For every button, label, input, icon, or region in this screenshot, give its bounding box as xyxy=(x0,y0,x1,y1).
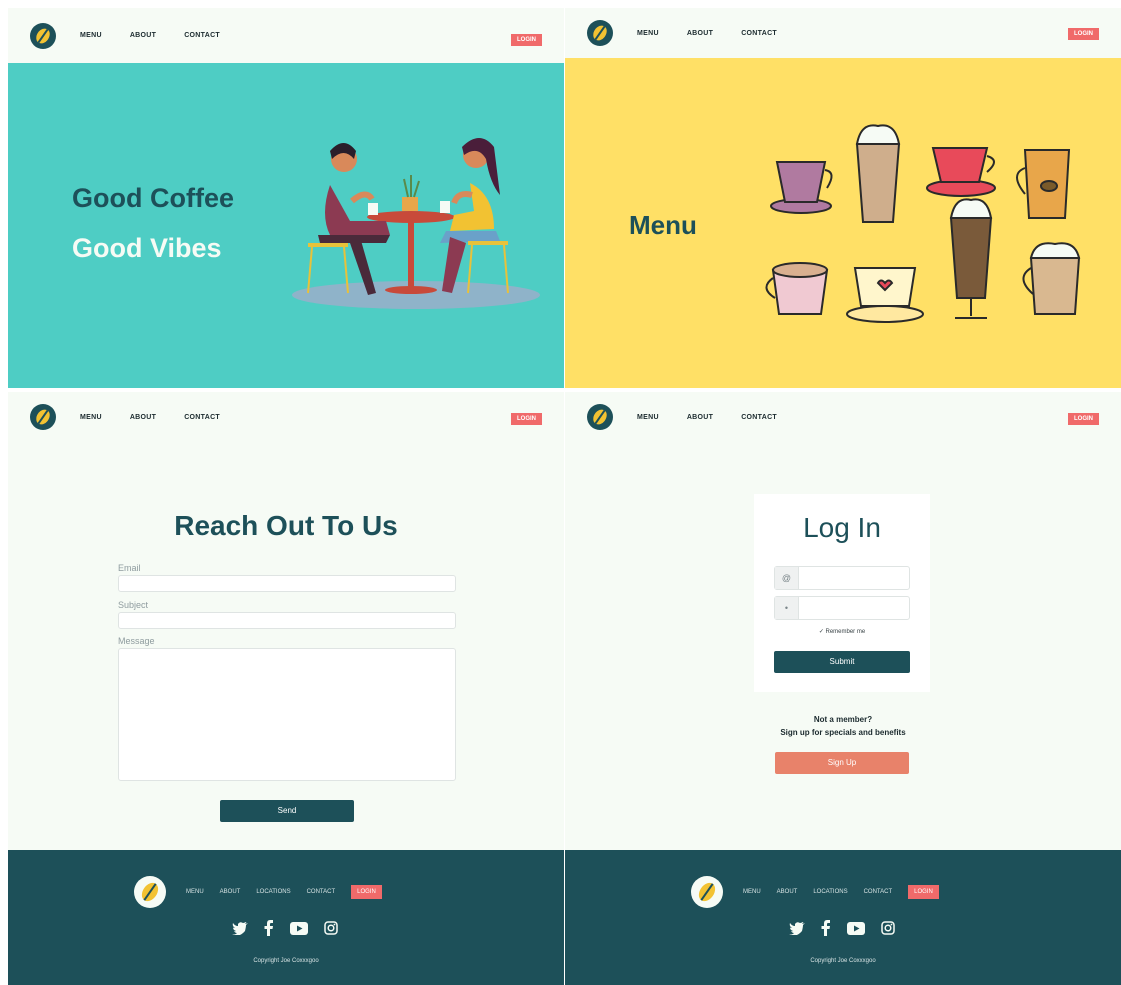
menu-hero: Menu xyxy=(565,58,1121,388)
message-label: Message xyxy=(118,636,155,646)
member-pitch: Sign up for specials and benefits xyxy=(780,728,906,737)
twitter-icon[interactable] xyxy=(232,921,248,935)
copyright-text: Copyright Joe Coxxxgoo xyxy=(810,958,876,964)
footer-contact-link[interactable]: CONTACT xyxy=(307,889,336,895)
subject-field[interactable] xyxy=(118,612,456,629)
nav-menu-link[interactable]: MENU xyxy=(80,414,102,421)
coffee-bean-logo-icon[interactable] xyxy=(691,876,723,908)
login-page-panel: MENU ABOUT CONTACT LOGIN Log In @ • ✓ Re… xyxy=(565,392,1121,985)
footer: MENU ABOUT LOCATIONS CONTACT LOGIN Copyr… xyxy=(8,850,564,985)
contact-title: Reach Out To Us xyxy=(174,510,398,541)
sign-up-button[interactable]: Sign Up xyxy=(775,752,909,774)
footer-locations-link[interactable]: LOCATIONS xyxy=(256,889,290,895)
nav-login-button[interactable]: LOGIN xyxy=(1068,413,1099,425)
footer-links: MENU ABOUT LOCATIONS CONTACT LOGIN xyxy=(186,885,382,899)
coffee-bean-logo-icon[interactable] xyxy=(587,404,613,430)
lock-icon: • xyxy=(775,597,799,619)
nav-contact-link[interactable]: CONTACT xyxy=(184,32,220,39)
top-nav: MENU ABOUT CONTACT LOGIN xyxy=(8,8,564,63)
coffee-bean-logo-icon[interactable] xyxy=(30,22,56,49)
twitter-icon[interactable] xyxy=(789,921,805,935)
coffee-bean-logo-icon[interactable] xyxy=(134,876,166,908)
facebook-icon[interactable] xyxy=(821,920,831,936)
login-title: Log In xyxy=(803,512,881,543)
nav-contact-link[interactable]: CONTACT xyxy=(741,414,777,421)
nav-about-link[interactable]: ABOUT xyxy=(130,414,156,421)
email-field[interactable] xyxy=(118,575,456,592)
top-nav: MENU ABOUT CONTACT LOGIN xyxy=(565,392,1121,442)
menu-title: Menu xyxy=(629,210,697,240)
nav-menu-link[interactable]: MENU xyxy=(80,32,102,39)
screenshot-grid: MENU ABOUT CONTACT LOGIN Good Coffee Goo… xyxy=(0,0,1121,985)
footer-locations-link[interactable]: LOCATIONS xyxy=(813,889,847,895)
email-input[interactable]: @ xyxy=(774,566,910,590)
copyright-text: Copyright Joe Coxxxgoo xyxy=(253,958,319,964)
member-question: Not a member? xyxy=(813,715,873,724)
hero-headline-2: Good Vibes xyxy=(72,233,222,263)
couple-at-cafe-table-illustration xyxy=(292,138,540,309)
footer-nav: MENU ABOUT LOCATIONS CONTACT LOGIN xyxy=(691,876,939,908)
facebook-icon[interactable] xyxy=(264,920,274,936)
social-links xyxy=(232,920,338,936)
menu-page-panel: MENU ABOUT CONTACT LOGIN Menu xyxy=(565,8,1121,388)
nav-links: MENU ABOUT CONTACT xyxy=(80,414,220,421)
nav-links: MENU ABOUT CONTACT xyxy=(637,30,777,37)
at-sign-icon: @ xyxy=(775,567,799,589)
top-nav: MENU ABOUT CONTACT LOGIN xyxy=(565,8,1121,58)
footer-contact-link[interactable]: CONTACT xyxy=(864,889,893,895)
password-input[interactable]: • xyxy=(774,596,910,620)
submit-button[interactable]: Submit xyxy=(774,651,910,673)
nav-about-link[interactable]: ABOUT xyxy=(130,32,156,39)
coffee-cups-illustration xyxy=(765,124,1081,323)
send-button[interactable]: Send xyxy=(220,800,354,822)
top-nav: MENU ABOUT CONTACT LOGIN xyxy=(8,392,564,442)
nav-login-button[interactable]: LOGIN xyxy=(1068,28,1099,40)
home-hero: Good Coffee Good Vibes xyxy=(8,63,564,388)
youtube-icon[interactable] xyxy=(290,921,308,935)
nav-about-link[interactable]: ABOUT xyxy=(687,30,713,37)
footer-menu-link[interactable]: MENU xyxy=(743,889,761,895)
hero-headline-1: Good Coffee xyxy=(72,183,234,213)
footer-about-link[interactable]: ABOUT xyxy=(777,889,798,895)
message-textarea[interactable] xyxy=(118,648,456,781)
coffee-bean-logo-icon[interactable] xyxy=(30,404,56,430)
home-page-panel: MENU ABOUT CONTACT LOGIN Good Coffee Goo… xyxy=(8,8,564,388)
nav-menu-link[interactable]: MENU xyxy=(637,414,659,421)
footer-login-button[interactable]: LOGIN xyxy=(351,885,382,899)
nav-links: MENU ABOUT CONTACT xyxy=(637,414,777,421)
youtube-icon[interactable] xyxy=(847,921,865,935)
footer-about-link[interactable]: ABOUT xyxy=(220,889,241,895)
footer: MENU ABOUT LOCATIONS CONTACT LOGIN Copyr… xyxy=(565,850,1121,985)
footer-menu-link[interactable]: MENU xyxy=(186,889,204,895)
footer-links: MENU ABOUT LOCATIONS CONTACT LOGIN xyxy=(743,885,939,899)
nav-login-button[interactable]: LOGIN xyxy=(511,413,542,425)
instagram-icon[interactable] xyxy=(881,921,895,935)
nav-links: MENU ABOUT CONTACT xyxy=(80,32,220,39)
social-links xyxy=(789,920,895,936)
coffee-bean-logo-icon[interactable] xyxy=(587,20,613,46)
remember-me-checkbox[interactable]: ✓ Remember me xyxy=(754,628,930,635)
nav-about-link[interactable]: ABOUT xyxy=(687,414,713,421)
nav-menu-link[interactable]: MENU xyxy=(637,30,659,37)
nav-contact-link[interactable]: CONTACT xyxy=(184,414,220,421)
instagram-icon[interactable] xyxy=(324,921,338,935)
nav-contact-link[interactable]: CONTACT xyxy=(741,30,777,37)
login-card: Log In @ • ✓ Remember me Submit xyxy=(754,494,930,692)
contact-page-panel: MENU ABOUT CONTACT LOGIN Reach Out To Us… xyxy=(8,392,564,985)
footer-nav: MENU ABOUT LOCATIONS CONTACT LOGIN xyxy=(134,876,382,908)
email-label: Email xyxy=(118,563,141,573)
nav-login-button[interactable]: LOGIN xyxy=(511,34,542,46)
footer-login-button[interactable]: LOGIN xyxy=(908,885,939,899)
subject-label: Subject xyxy=(118,600,149,610)
